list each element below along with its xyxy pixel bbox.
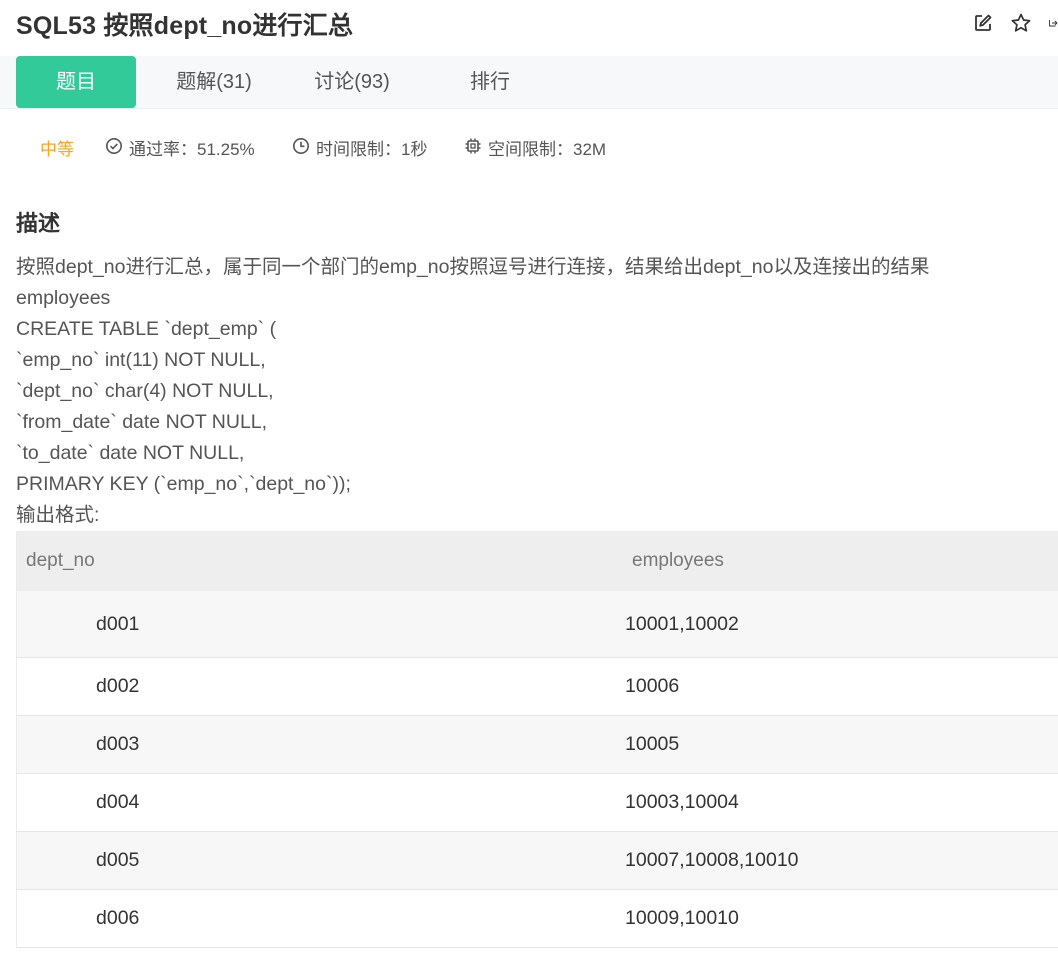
page-title: SQL53 按照dept_no进行汇总 <box>16 12 354 40</box>
description-line: `to_date` date NOT NULL, <box>16 442 245 464</box>
tab-bar: 题目 题解(31) 讨论(93) 排行 <box>0 56 1058 109</box>
share-icon[interactable] <box>1048 12 1058 34</box>
meta-row: 中等 通过率：51.25% 时间限制：1秒 空间限制：32M <box>0 136 1058 164</box>
description: 按照dept_no进行汇总，属于同一个部门的emp_no按照逗号进行连接，结果给… <box>16 252 1046 531</box>
table-cell: 10001,10002 <box>625 613 739 635</box>
clock-icon <box>292 136 310 164</box>
table-cell: d002 <box>96 675 140 697</box>
column-header-employees: employees <box>632 550 724 571</box>
space-limit-item: 空间限制：32M <box>464 136 606 164</box>
table-cell: d001 <box>96 613 140 635</box>
description-line: `emp_no` int(11) NOT NULL, <box>16 349 266 371</box>
section-title: 描述 <box>16 211 61 236</box>
description-line: PRIMARY KEY (`emp_no`,`dept_no`)); <box>16 473 351 495</box>
table-row: d006 10009,10010 <box>17 890 1058 948</box>
description-line: 按照dept_no进行汇总，属于同一个部门的emp_no按照逗号进行连接，结果给… <box>16 256 930 278</box>
table-header: dept_no employees <box>17 531 1058 591</box>
difficulty-badge: 中等 <box>40 140 74 159</box>
time-limit-item: 时间限制：1秒 <box>292 136 427 164</box>
table-cell: d005 <box>96 849 140 871</box>
tab-discussion[interactable]: 讨论(93) <box>292 56 412 108</box>
check-circle-icon <box>105 136 123 164</box>
tab-solutions[interactable]: 题解(31) <box>154 56 274 108</box>
tab-ranking[interactable]: 排行 <box>430 56 550 108</box>
table-cell: 10005 <box>625 733 680 755</box>
edit-icon[interactable] <box>972 12 994 34</box>
pass-rate: 通过率：51.25% <box>129 140 255 159</box>
description-line: 输出格式: <box>16 504 100 526</box>
table-cell: 10003,10004 <box>625 791 739 813</box>
table-cell: d004 <box>96 791 140 813</box>
table-cell: 10009,10010 <box>625 907 739 929</box>
table-cell: 10006 <box>625 675 680 697</box>
title-bar: SQL53 按照dept_no进行汇总 <box>0 0 1058 48</box>
tab-problem[interactable]: 题目 <box>16 56 136 108</box>
table-row: d002 10006 <box>17 658 1058 716</box>
table-cell: 10007,10008,10010 <box>625 849 799 871</box>
table-row: d004 10003,10004 <box>17 774 1058 832</box>
table-cell: d003 <box>96 733 140 755</box>
time-limit: 时间限制：1秒 <box>316 140 428 159</box>
description-line: `from_date` date NOT NULL, <box>16 411 268 433</box>
table-row: d003 10005 <box>17 716 1058 774</box>
description-line: `dept_no` char(4) NOT NULL, <box>16 380 274 402</box>
description-line: CREATE TABLE `dept_emp` ( <box>16 318 277 340</box>
pass-rate-item: 通过率：51.25% <box>105 136 255 164</box>
difficulty-item: 中等 <box>40 136 74 164</box>
table-cell: d006 <box>96 907 140 929</box>
table-row: d005 10007,10008,10010 <box>17 832 1058 890</box>
description-line: employees <box>16 287 111 309</box>
table-row: d001 10001,10002 <box>17 591 1058 658</box>
star-icon[interactable] <box>1010 12 1032 34</box>
title-actions <box>972 12 1058 36</box>
space-limit: 空间限制：32M <box>488 140 607 159</box>
chip-icon <box>464 136 482 164</box>
column-header-dept-no: dept_no <box>26 550 95 571</box>
output-table: dept_no employees d001 10001,10002 d002 … <box>16 531 1058 948</box>
